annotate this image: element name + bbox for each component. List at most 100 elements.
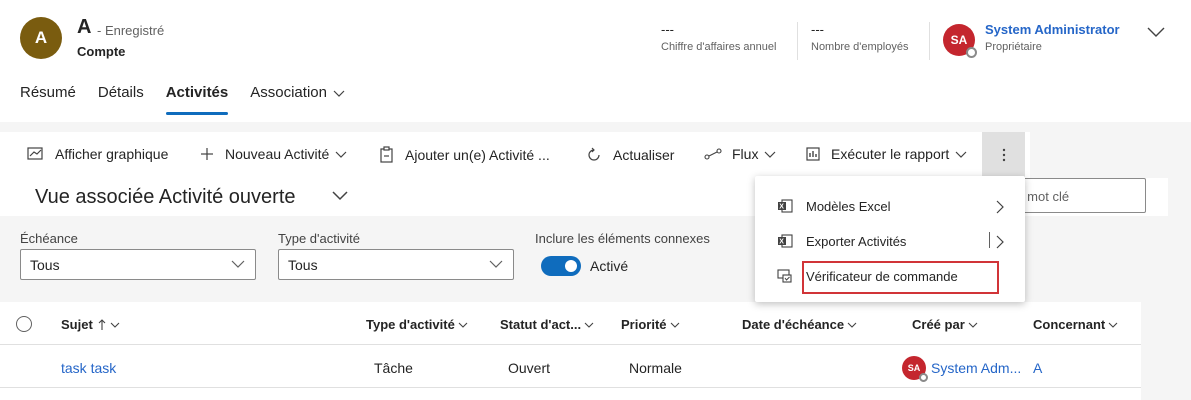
chevron-down-icon xyxy=(489,260,503,268)
chevron-down-icon xyxy=(955,151,967,158)
due-filter-select[interactable]: Tous xyxy=(20,249,256,280)
record-avatar: A xyxy=(20,17,62,59)
tab-label: Activités xyxy=(165,84,229,101)
avatar: SA xyxy=(902,356,928,382)
header-divider xyxy=(797,22,798,60)
status-cell: Ouvert xyxy=(508,360,551,376)
column-header-due-date[interactable]: Date d'échéance xyxy=(742,317,857,332)
presence-icon xyxy=(966,47,977,58)
menu-item-label: Modèles Excel xyxy=(806,198,891,214)
more-commands-button[interactable] xyxy=(982,132,1025,178)
add-activity-label: Ajouter un(e) Activité ... xyxy=(405,147,550,163)
refresh-label: Actualiser xyxy=(613,147,675,163)
select-all-radio[interactable] xyxy=(16,316,32,332)
run-report-button[interactable]: Exécuter le rapport xyxy=(805,146,977,162)
run-report-label: Exécuter le rapport xyxy=(831,146,950,162)
excel-icon: X xyxy=(778,199,793,213)
refresh-icon xyxy=(588,147,600,161)
chevron-down-icon xyxy=(765,151,776,158)
add-activity-button[interactable]: Ajouter un(e) Activité ... xyxy=(379,146,550,164)
chevron-down-icon xyxy=(333,90,345,97)
column-header-subject[interactable]: Sujet xyxy=(61,317,120,332)
column-label: Date d'échéance xyxy=(742,317,845,332)
record-title: A xyxy=(77,16,92,38)
employees-label: Nombre d'employés xyxy=(811,41,909,53)
column-label: Priorité xyxy=(621,317,667,332)
type-filter-select[interactable]: Tous xyxy=(278,249,514,280)
chevron-right-icon[interactable] xyxy=(995,234,1005,250)
avatar-initials: SA xyxy=(907,363,921,373)
column-label: Concernant xyxy=(1033,317,1106,332)
toggle-knob xyxy=(565,260,577,272)
type-cell: Tâche xyxy=(374,360,413,376)
tab-association[interactable]: Association xyxy=(250,84,345,114)
employees-value: --- xyxy=(811,22,824,37)
column-header-created-by[interactable]: Créé par xyxy=(912,317,978,332)
column-header-status[interactable]: Statut d'act... xyxy=(500,317,594,332)
refresh-button[interactable]: Actualiser xyxy=(585,146,674,164)
clipboard-add-icon xyxy=(380,146,393,163)
row-divider xyxy=(0,387,1141,388)
column-header-type[interactable]: Type d'activité xyxy=(366,317,468,332)
saved-status: - Enregistré xyxy=(97,23,165,38)
revenue-value: --- xyxy=(661,22,674,37)
tab-list: Résumé Détails Activités Association xyxy=(20,84,345,116)
revenue-label: Chiffre d'affaires annuel xyxy=(661,41,777,53)
column-label: Créé par xyxy=(912,317,965,332)
header-divider xyxy=(929,22,930,60)
due-filter-value: Tous xyxy=(30,257,60,273)
column-label: Statut d'act... xyxy=(500,317,582,332)
chevron-down-icon xyxy=(335,151,347,158)
sort-ascending-icon xyxy=(98,318,106,330)
new-activity-label: Nouveau Activité xyxy=(225,146,330,162)
chevron-down-icon xyxy=(670,322,679,328)
subject-link[interactable]: task task xyxy=(61,360,116,376)
due-filter-label: Échéance xyxy=(20,231,78,246)
chevron-down-icon xyxy=(847,322,857,328)
highlight-box xyxy=(802,261,999,294)
tab-label: Résumé xyxy=(20,84,76,101)
related-toggle-label: Activé xyxy=(590,258,629,274)
chevron-down-icon xyxy=(968,322,978,328)
flow-button[interactable]: Flux xyxy=(704,146,786,162)
column-header-regarding[interactable]: Concernant xyxy=(1033,317,1118,332)
command-bar: Afficher graphique Nouveau Activité Ajou… xyxy=(0,132,1030,178)
column-header-priority[interactable]: Priorité xyxy=(621,317,680,332)
tab-summary[interactable]: Résumé xyxy=(20,84,76,114)
owner-name-link[interactable]: System Administrator xyxy=(985,22,1120,37)
tab-activities[interactable]: Activités xyxy=(165,84,229,115)
owner-role: Propriétaire xyxy=(985,41,1042,53)
column-label: Type d'activité xyxy=(366,317,455,332)
presence-icon xyxy=(919,373,928,382)
command-checker-icon xyxy=(777,269,792,283)
svg-text:X: X xyxy=(779,239,784,246)
priority-cell: Normale xyxy=(629,360,682,376)
menu-item-excel-templates[interactable]: X Modèles Excel xyxy=(755,189,1025,223)
related-toggle[interactable] xyxy=(541,256,581,276)
created-by-link[interactable]: System Adm... xyxy=(931,360,1021,376)
owner-initials: SA xyxy=(950,33,968,47)
header-field-employees: --- Nombre d'employés xyxy=(811,22,908,53)
chevron-down-icon xyxy=(1108,322,1118,328)
svg-text:X: X xyxy=(779,204,784,211)
plus-icon xyxy=(201,148,213,160)
header-expand-chevron-icon[interactable] xyxy=(1146,24,1166,40)
menu-item-label: Exporter Activités xyxy=(806,233,907,249)
flow-label: Flux xyxy=(732,146,759,162)
chevron-down-icon[interactable] xyxy=(331,188,349,202)
column-label: Sujet xyxy=(61,317,93,332)
record-header: A A - Enregistré Compte --- Chiffre d'af… xyxy=(0,0,1191,122)
owner-avatar[interactable]: SA xyxy=(943,24,977,58)
show-chart-button[interactable]: Afficher graphique xyxy=(27,146,168,162)
flow-icon xyxy=(704,148,722,160)
chart-icon xyxy=(27,147,43,160)
view-selector[interactable]: Vue associée Activité ouverte xyxy=(35,186,296,209)
tab-details[interactable]: Détails xyxy=(98,84,144,114)
type-filter-value: Tous xyxy=(288,257,318,273)
more-vertical-icon xyxy=(1002,148,1005,162)
excel-export-icon: X xyxy=(778,234,793,248)
chevron-down-icon xyxy=(458,322,468,328)
regarding-link[interactable]: A xyxy=(1033,360,1042,376)
new-activity-button[interactable]: Nouveau Activité xyxy=(199,146,357,162)
menu-item-export-activities[interactable]: X Exporter Activités xyxy=(755,224,1025,258)
